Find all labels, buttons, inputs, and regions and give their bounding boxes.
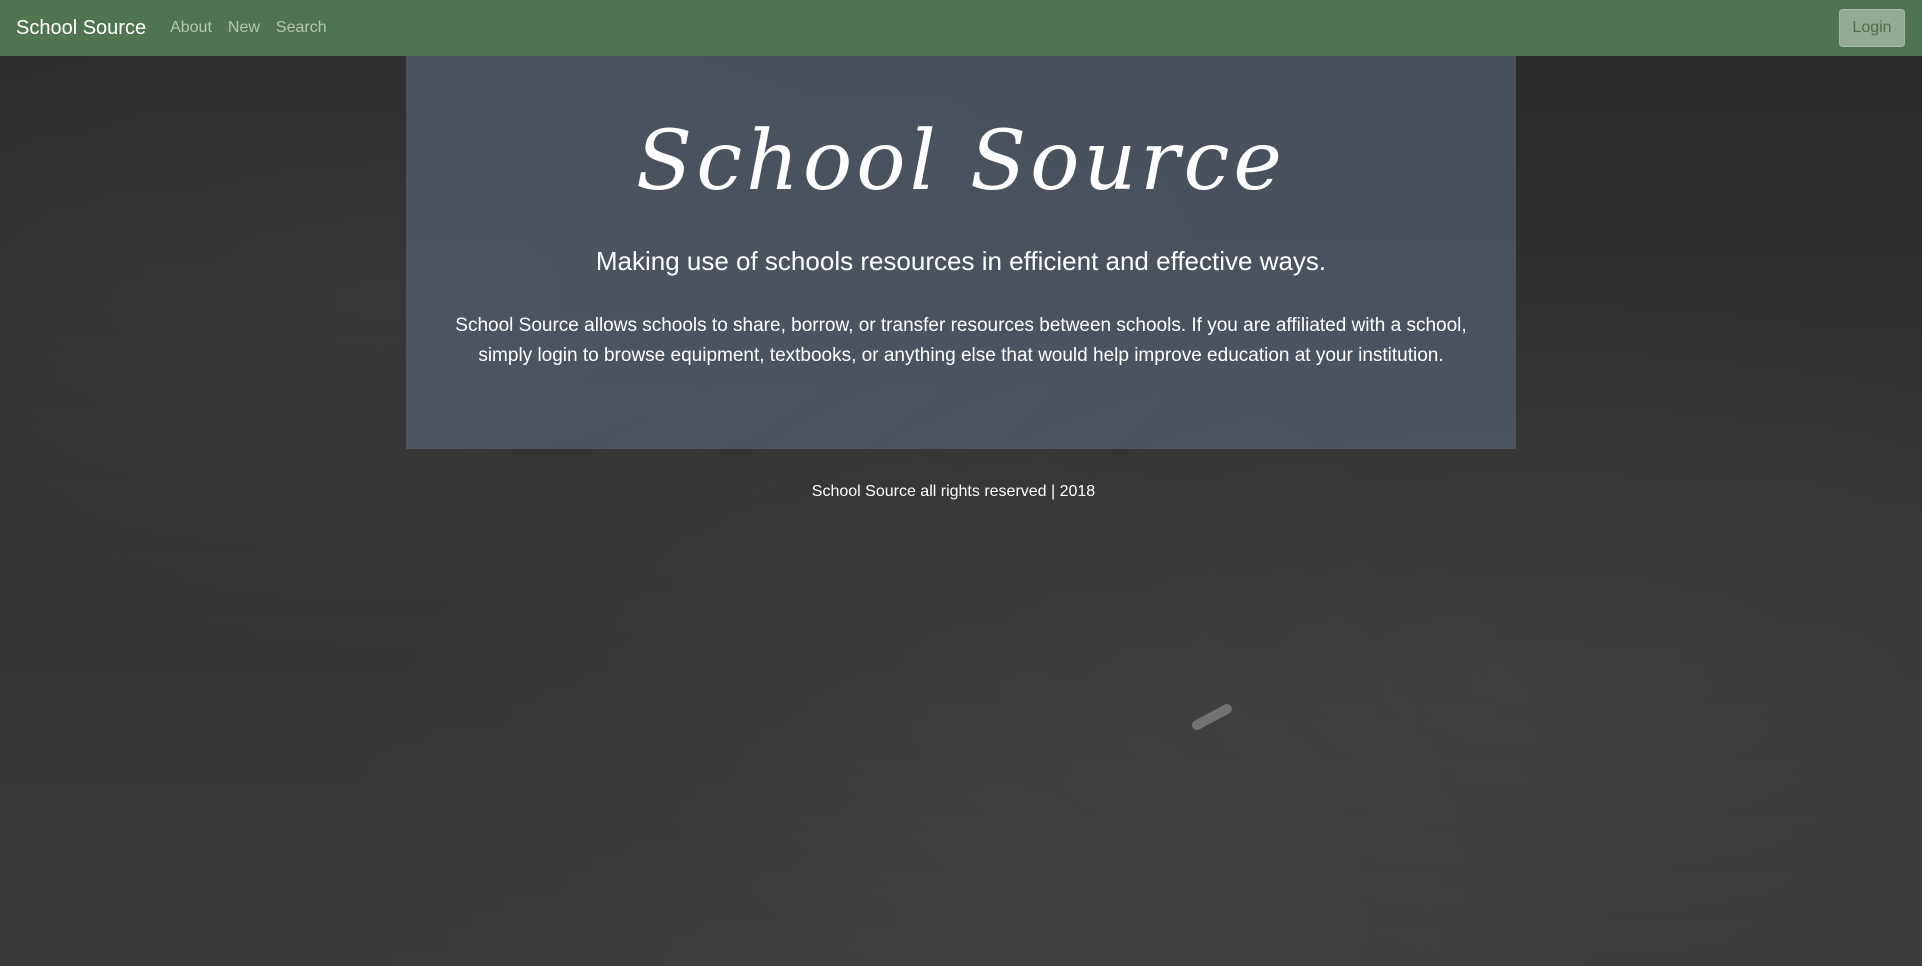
- footer: School Source all rights reserved | 2018: [0, 483, 1907, 501]
- hero-lead: Making use of schools resources in effic…: [595, 246, 1327, 276]
- chalk-smudge: [1190, 702, 1234, 732]
- top-navbar: School Source About New Search Login: [0, 0, 1922, 56]
- nav-link-about[interactable]: About: [170, 19, 212, 37]
- brand-link[interactable]: School Source: [16, 17, 146, 40]
- footer-text: School Source all rights reserved | 2018: [811, 483, 1096, 500]
- nav-link-new[interactable]: New: [228, 19, 260, 37]
- hero-description: School Source allows schools to share, b…: [455, 315, 1467, 366]
- login-button[interactable]: Login: [1839, 9, 1905, 47]
- hero-panel: School Source Making use of schools reso…: [406, 56, 1516, 449]
- nav-link-search[interactable]: Search: [276, 19, 327, 37]
- hero-title: School Source: [636, 114, 1286, 209]
